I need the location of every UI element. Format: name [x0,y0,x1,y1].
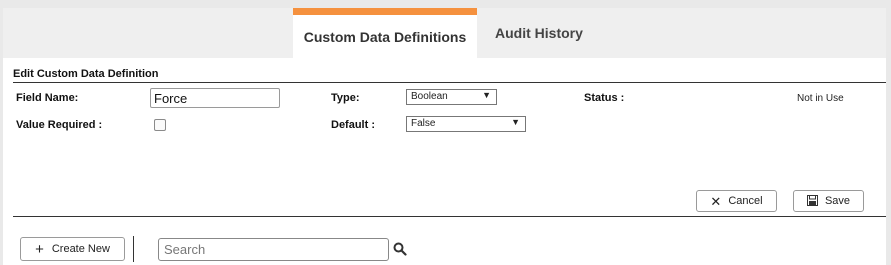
cancel-button[interactable]: ✕ Cancel [696,190,777,212]
save-icon [806,194,818,208]
type-label: Type: [331,92,360,104]
save-button[interactable]: Save [793,190,864,212]
page-background: Custom Data Definitions Audit History Ed… [0,0,891,265]
section-title: Edit Custom Data Definition [13,68,159,80]
field-name-input[interactable] [150,88,280,108]
value-required-checkbox[interactable] [154,119,166,131]
status-value: Not in Use [797,93,844,104]
tab-label: Audit History [495,25,583,41]
caret-down-icon: ▼ [482,90,491,100]
type-select-value: Boolean [411,91,448,102]
actions-divider [13,216,886,217]
status-label: Status : [584,92,625,104]
custom-data-panel: Custom Data Definitions Audit History Ed… [3,8,886,265]
tab-bar: Custom Data Definitions Audit History [3,8,886,58]
create-new-button-label: Create New [51,243,110,255]
field-name-label: Field Name: [16,92,79,104]
caret-down-icon: ▼ [511,117,520,127]
default-label: Default : [331,119,375,131]
cancel-button-label: Cancel [728,195,763,207]
plus-icon: + [35,240,44,258]
toolbar-separator [133,236,134,262]
tab-audit-history[interactable]: Audit History [495,8,615,58]
tab-label: Custom Data Definitions [303,29,467,45]
create-new-button[interactable]: + Create New [20,237,125,261]
default-select-value: False [411,118,436,129]
search-input[interactable] [158,238,389,261]
close-icon: ✕ [710,193,722,209]
value-required-label: Value Required : [16,119,103,131]
search-icon[interactable] [393,242,407,256]
section-divider [13,82,886,83]
save-button-label: Save [824,195,851,207]
tab-custom-data-definitions[interactable]: Custom Data Definitions [293,8,477,58]
type-select[interactable]: Boolean ▼ [406,89,497,105]
default-select[interactable]: False ▼ [406,116,526,132]
